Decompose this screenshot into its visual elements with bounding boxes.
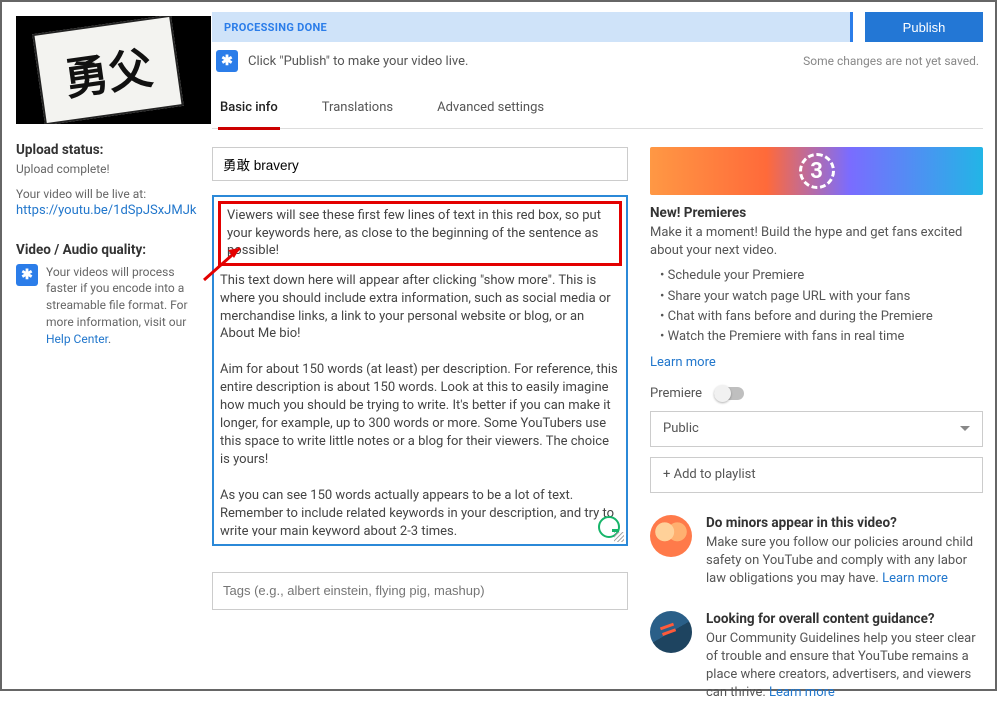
description-intro-highlight: Viewers will see these first few lines o… xyxy=(218,201,622,266)
star-icon: ✱ xyxy=(216,50,238,72)
learn-more-guidelines-link[interactable]: Learn more xyxy=(769,685,835,700)
quality-message: Your videos will process faster if you e… xyxy=(46,264,198,348)
tab-advanced-settings[interactable]: Advanced settings xyxy=(435,90,546,128)
upload-status-heading: Upload status: xyxy=(16,142,198,158)
premieres-bullets: • Schedule your Premiere • Share your wa… xyxy=(650,266,983,347)
video-thumbnail: 勇父 xyxy=(16,16,211,124)
chevron-down-icon xyxy=(960,426,970,431)
guidelines-text: Our Community Guidelines help you steer … xyxy=(706,630,983,702)
premiere-toggle-label: Premiere xyxy=(650,386,702,401)
minors-text: Make sure you follow our policies around… xyxy=(706,534,983,589)
premiere-banner: 3 xyxy=(650,147,983,195)
tab-translations[interactable]: Translations xyxy=(320,90,395,128)
learn-more-premieres-link[interactable]: Learn more xyxy=(650,355,983,370)
visibility-select[interactable]: Public xyxy=(650,411,983,447)
publish-button[interactable]: Publish xyxy=(865,12,983,42)
quality-heading: Video / Audio quality: xyxy=(16,242,198,258)
live-at-text: Your video will be live at: xyxy=(16,186,198,203)
premieres-heading: New! Premieres xyxy=(650,205,983,221)
tags-input[interactable] xyxy=(212,572,628,610)
video-url-link[interactable]: https://youtu.be/1dSpJSxJMJk xyxy=(16,203,196,218)
publish-hint: Click "Publish" to make your video live. xyxy=(248,54,468,69)
minors-icon xyxy=(650,515,692,557)
upload-complete-text: Upload complete! xyxy=(16,161,198,178)
learn-more-minors-link[interactable]: Learn more xyxy=(882,571,948,586)
guidelines-icon xyxy=(650,611,692,653)
countdown-icon: 3 xyxy=(799,153,835,189)
tabs: Basic info Translations Advanced setting… xyxy=(212,90,983,129)
add-to-playlist-button[interactable]: + Add to playlist xyxy=(650,457,983,493)
minors-heading: Do minors appear in this video? xyxy=(706,515,983,531)
unsaved-changes-text: Some changes are not yet saved. xyxy=(803,54,979,68)
star-icon: ✱ xyxy=(16,264,38,286)
help-center-link[interactable]: Help Center xyxy=(46,332,108,346)
title-input[interactable] xyxy=(212,147,628,181)
resize-handle-icon[interactable] xyxy=(614,532,624,542)
processing-status: PROCESSING DONE xyxy=(212,12,853,42)
premiere-toggle[interactable] xyxy=(714,387,744,400)
premieres-desc: Make it a moment! Build the hype and get… xyxy=(650,224,983,260)
description-textarea[interactable] xyxy=(218,266,622,536)
description-field[interactable]: Viewers will see these first few lines o… xyxy=(212,195,628,546)
guidelines-heading: Looking for overall content guidance? xyxy=(706,611,983,627)
tab-basic-info[interactable]: Basic info xyxy=(218,90,280,130)
